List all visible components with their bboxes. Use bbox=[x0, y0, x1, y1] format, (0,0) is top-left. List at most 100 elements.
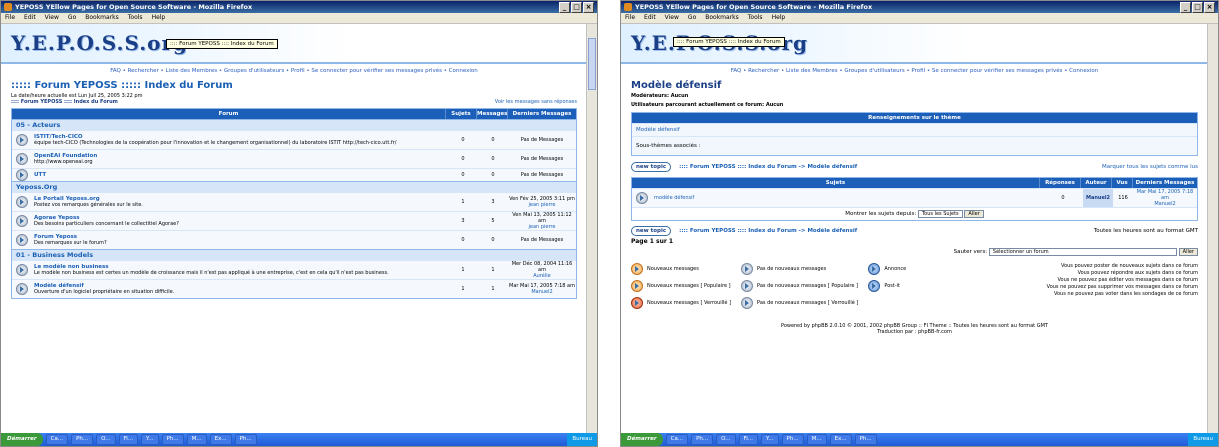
start-button[interactable]: Démarrer bbox=[1, 433, 43, 446]
taskbar-button[interactable]: Ca... bbox=[665, 434, 689, 445]
forum-last-post: Ven Mai 13, 2005 11:12 am bbox=[512, 212, 572, 224]
menu-tools[interactable]: Tools bbox=[748, 13, 763, 23]
forum-status-icon bbox=[16, 264, 28, 276]
menu-view[interactable]: View bbox=[665, 13, 679, 23]
taskbar-button[interactable]: Ph... bbox=[854, 434, 877, 445]
topic-last-user[interactable]: Manuel2 bbox=[1154, 201, 1175, 207]
forum-row[interactable]: Le Portail Yeposs.org Postez vos remarque… bbox=[12, 192, 576, 211]
mark-read-link[interactable]: Marquer tous les sujets comme lus bbox=[1102, 164, 1198, 170]
header-forum: Forum bbox=[12, 109, 446, 119]
show-since-go-button[interactable]: Aller bbox=[964, 210, 984, 218]
taskbar-button[interactable]: Y... bbox=[761, 434, 779, 445]
forum-last-user[interactable]: Aurélie bbox=[533, 273, 550, 279]
topic-link[interactable]: modèle défensif bbox=[654, 195, 694, 201]
maximize-button[interactable]: □ bbox=[571, 2, 582, 13]
taskbar-button[interactable]: M... bbox=[186, 434, 207, 445]
forum-status-icon bbox=[16, 215, 28, 227]
close-button[interactable]: × bbox=[583, 2, 594, 13]
category-header[interactable]: 05 - Acteurs bbox=[12, 119, 576, 130]
start-button[interactable]: Démarrer bbox=[621, 433, 663, 446]
forum-row[interactable]: Forum Yeposs Des remarques sur le forum? 0… bbox=[12, 230, 576, 249]
forum-post-count: 3 bbox=[491, 199, 495, 205]
menu-file[interactable]: File bbox=[625, 13, 635, 23]
menu-view[interactable]: View bbox=[45, 13, 59, 23]
taskbar-button[interactable]: Y... bbox=[141, 434, 159, 445]
forum-status-icon bbox=[16, 283, 28, 295]
nav-links[interactable]: FAQ • Rechercher • Liste des Membres • G… bbox=[1, 64, 587, 78]
category-header[interactable]: 01 - Business Models bbox=[12, 249, 576, 260]
menu-edit[interactable]: Edit bbox=[644, 13, 656, 23]
forum-row[interactable]: Agorae Yeposs Des besoins particuliers co… bbox=[12, 211, 576, 230]
topic-author[interactable]: Manuel2 bbox=[1083, 189, 1113, 207]
taskbar-button[interactable]: Ph... bbox=[234, 434, 257, 445]
menu-go[interactable]: Go bbox=[688, 13, 696, 23]
forum-post-count: 0 bbox=[491, 172, 495, 178]
menu-tools[interactable]: Tools bbox=[128, 13, 143, 23]
vertical-scrollbar[interactable] bbox=[1207, 24, 1218, 433]
menu-bookmarks[interactable]: Bookmarks bbox=[85, 13, 119, 23]
permission-line: Vous pouvez poster de nouveaux sujets da… bbox=[1060, 263, 1198, 269]
forum-row[interactable]: Modèle défensif Ouverture d'un logiciel p… bbox=[12, 279, 576, 298]
close-button[interactable]: × bbox=[1204, 2, 1215, 13]
menu-file[interactable]: File bbox=[5, 13, 15, 23]
menu-edit[interactable]: Edit bbox=[24, 13, 36, 23]
permission-line: Vous ne pouvez pas éditer vos messages d… bbox=[1057, 277, 1198, 283]
forum-row[interactable]: Le modèle non business Le modèle non busi… bbox=[12, 260, 576, 279]
menu-help[interactable]: Help bbox=[772, 13, 786, 23]
scroll-thumb[interactable] bbox=[588, 38, 596, 90]
taskbar-button[interactable]: Ph... bbox=[161, 434, 184, 445]
forum-post-count: 0 bbox=[491, 156, 495, 162]
unanswered-link[interactable]: Voir les messages sans réponses bbox=[495, 99, 577, 105]
taskbar-button[interactable]: Ph... bbox=[71, 434, 94, 445]
jump-go-button[interactable]: Aller bbox=[1178, 248, 1198, 256]
new-posts-locked-icon bbox=[631, 297, 643, 309]
jump-select[interactable]: Sélectionner un forum bbox=[988, 248, 1177, 256]
forum-row[interactable]: UTT 0 0 Pas de Messages bbox=[12, 168, 576, 181]
forum-last-user[interactable]: jean pierre bbox=[529, 224, 556, 230]
forum-topic-count: 0 bbox=[461, 156, 465, 162]
breadcrumb[interactable]: :::: Forum YEPOSS :::: Index du Forum bbox=[11, 99, 118, 105]
breadcrumb[interactable]: :::: Forum YEPOSS :::: Index du Forum ->… bbox=[679, 228, 857, 234]
forum-topic-count: 0 bbox=[461, 137, 465, 143]
taskbar-button[interactable]: M... bbox=[806, 434, 827, 445]
forum-last-user[interactable]: Manuel2 bbox=[531, 289, 552, 295]
left-browser-window: YEPOSS YEllow Pages for Open Source Soft… bbox=[0, 0, 598, 447]
table-row[interactable]: modèle défensif 0 Manuel2 116 Mar Mai 17… bbox=[632, 188, 1197, 207]
category-header[interactable]: Yeposs.Org bbox=[12, 181, 576, 192]
new-topic-button[interactable]: new topic bbox=[631, 226, 672, 236]
forum-last-post: Pas de Messages bbox=[520, 137, 564, 143]
new-topic-button[interactable]: new topic bbox=[631, 162, 672, 172]
forum-link[interactable]: UTT bbox=[34, 172, 446, 178]
taskbar-button[interactable]: O... bbox=[96, 434, 116, 445]
taskbar-button[interactable]: Fi... bbox=[738, 434, 759, 445]
taskbar-button[interactable]: Ph... bbox=[691, 434, 714, 445]
forum-row[interactable]: ISTIT/Tech-CICO équipe tech-CICO (Technol… bbox=[12, 130, 576, 149]
forum-row[interactable]: OpenEAI Foundation http://www.openeai.org… bbox=[12, 149, 576, 168]
taskbar-button[interactable]: Ex... bbox=[829, 434, 852, 445]
show-since-select[interactable]: Tous les Sujets bbox=[917, 210, 963, 218]
forum-last-user[interactable]: jean pierre bbox=[529, 202, 556, 208]
minimize-button[interactable]: _ bbox=[559, 2, 570, 13]
footer-translation: Traduction par : phpBB-fr.com bbox=[877, 329, 952, 335]
taskbar-button[interactable]: O... bbox=[716, 434, 736, 445]
taskbar-button[interactable]: Ca... bbox=[45, 434, 69, 445]
jump-label: Sauter vers: bbox=[953, 249, 988, 255]
topic-info-line: Modèle défensif bbox=[632, 123, 1197, 136]
menu-help[interactable]: Help bbox=[152, 13, 166, 23]
topic-last-date: Mar Mai 17, 2005 7:18 am bbox=[1136, 189, 1194, 201]
menu-bar: File Edit View Go Bookmarks Tools Help bbox=[621, 13, 1218, 24]
maximize-button[interactable]: □ bbox=[1192, 2, 1203, 13]
legend-label: Nouveaux messages bbox=[647, 266, 699, 272]
breadcrumb[interactable]: :::: Forum YEPOSS :::: Index du Forum ->… bbox=[679, 164, 857, 170]
taskbar-button[interactable]: Ex... bbox=[209, 434, 232, 445]
system-tray[interactable]: Bureau bbox=[567, 433, 597, 446]
taskbar-button[interactable]: Ph... bbox=[781, 434, 804, 445]
minimize-button[interactable]: _ bbox=[1180, 2, 1191, 13]
menu-go[interactable]: Go bbox=[68, 13, 76, 23]
nav-links[interactable]: FAQ • Rechercher • Liste des Membres • G… bbox=[621, 64, 1208, 78]
vertical-scrollbar[interactable] bbox=[586, 24, 597, 433]
site-logo[interactable]: Y.E.P.O.S.S.org bbox=[11, 31, 188, 55]
menu-bookmarks[interactable]: Bookmarks bbox=[705, 13, 739, 23]
taskbar-button[interactable]: Fi... bbox=[118, 434, 139, 445]
system-tray[interactable]: Bureau bbox=[1188, 433, 1218, 446]
